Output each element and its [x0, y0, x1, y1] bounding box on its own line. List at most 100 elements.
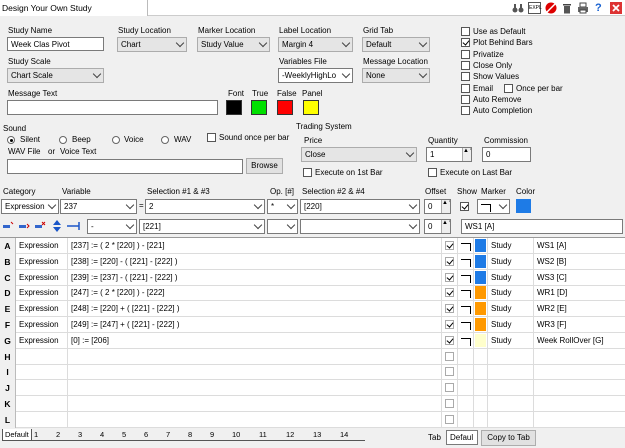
option-checkbox[interactable] — [461, 72, 470, 82]
study-scale-select[interactable]: Chart Scale — [7, 68, 104, 83]
show-checkbox[interactable] — [445, 335, 454, 345]
panel-color-swatch[interactable] — [303, 100, 319, 115]
false-color-swatch[interactable] — [277, 100, 293, 115]
quantity-stepper[interactable]: 1▲▼ — [426, 147, 472, 162]
show-checkbox[interactable] — [445, 367, 454, 377]
label-location-select[interactable]: Margin 4 — [278, 37, 353, 52]
row-header[interactable]: G — [0, 332, 16, 349]
color-swatch[interactable] — [475, 254, 486, 268]
selection-1-select[interactable]: 2 — [145, 199, 265, 214]
row-header[interactable]: D — [0, 285, 16, 302]
spinner-arrows-icon[interactable]: ▲▼ — [441, 220, 450, 233]
show-checkbox[interactable] — [445, 256, 454, 266]
option-checkbox[interactable] — [461, 83, 470, 93]
color-swatch[interactable] — [475, 302, 486, 316]
show-checkbox[interactable] — [445, 272, 454, 282]
table-row[interactable]: B Expression [238] := [220] - ( [221] - [2… — [0, 253, 625, 270]
copy-to-tab-button[interactable]: Copy to Tab — [481, 430, 536, 446]
move-up-down-icon[interactable] — [51, 220, 63, 232]
browse-button[interactable]: Browse — [246, 158, 283, 174]
insert-row-icon[interactable] — [2, 220, 14, 232]
execute-first-bar-checkbox[interactable] — [303, 168, 312, 177]
selection-2-select[interactable]: [220] — [300, 199, 420, 214]
append-row-icon[interactable] — [18, 220, 30, 232]
tab-input[interactable]: Defaul — [446, 430, 478, 445]
operator-2-select[interactable] — [267, 219, 298, 234]
spinner-arrows-icon[interactable]: ▲▼ — [462, 148, 471, 161]
row-header[interactable]: K — [0, 396, 16, 412]
help-icon[interactable]: ? — [595, 2, 607, 14]
tab-6[interactable]: 6 — [142, 429, 164, 441]
variables-file-select[interactable]: -WeeklyHighLo — [278, 68, 353, 83]
message-text-input[interactable] — [7, 100, 218, 115]
row-header[interactable]: H — [0, 348, 16, 365]
row-header[interactable]: B — [0, 253, 16, 270]
tab-default[interactable]: Default — [2, 429, 32, 441]
row2-function-select[interactable]: - — [87, 219, 137, 234]
show-checkbox[interactable] — [445, 304, 454, 314]
offset-stepper[interactable]: 0▲▼ — [424, 199, 451, 214]
row-header[interactable]: A — [0, 238, 16, 254]
price-select[interactable]: Close — [301, 147, 417, 162]
message-location-select[interactable]: None — [362, 68, 430, 83]
line-tool-icon[interactable] — [67, 220, 81, 232]
option-checkbox[interactable] — [461, 38, 470, 48]
sound-beep-radio[interactable] — [59, 136, 67, 144]
table-row[interactable]: D Expression [247] := ( 2 * [220] ) - [222… — [0, 285, 625, 302]
show-checkbox[interactable] — [445, 241, 454, 250]
true-color-swatch[interactable] — [251, 100, 267, 115]
tab-14[interactable]: 14 — [338, 429, 365, 441]
tab-10[interactable]: 10 — [230, 429, 257, 441]
option-checkbox[interactable] — [461, 106, 470, 116]
font-color-swatch[interactable] — [226, 100, 242, 115]
sound-silent-radio[interactable] — [7, 136, 15, 144]
table-row[interactable]: G Expression [0] := [206] Study Week RollOve… — [0, 332, 625, 349]
commission-input[interactable]: 0 — [482, 147, 531, 162]
table-row[interactable]: C Expression [239] := [237] - ( [221] - [2… — [0, 269, 625, 286]
spinner-arrows-icon[interactable]: ▲▼ — [441, 200, 450, 213]
study-label-input[interactable]: WS1 [A] — [461, 219, 623, 234]
offset-2-stepper[interactable]: 0▲▼ — [424, 219, 451, 234]
show-checkbox[interactable] — [445, 414, 454, 424]
table-row[interactable]: I — [0, 364, 625, 381]
tab-4[interactable]: 4 — [98, 429, 120, 441]
sound-voice-radio[interactable] — [112, 136, 120, 144]
marker-select[interactable] — [477, 199, 510, 214]
row-header[interactable]: I — [0, 364, 16, 381]
table-row[interactable]: F Expression [249] := [247] + ( [221] - [2… — [0, 317, 625, 333]
selection-3-select[interactable]: [221] — [139, 219, 265, 234]
color-swatch[interactable] — [475, 333, 486, 347]
table-row[interactable]: A Expression [237] := ( 2 * [220] ) - [221… — [0, 238, 625, 254]
table-row[interactable]: J — [0, 380, 625, 397]
option-checkbox[interactable] — [461, 60, 470, 70]
print-icon[interactable] — [577, 2, 589, 14]
selection-4-select[interactable] — [300, 219, 420, 234]
row-header[interactable]: J — [0, 380, 16, 397]
color-swatch[interactable] — [475, 286, 486, 300]
color-swatch[interactable] — [475, 239, 486, 252]
tab-3[interactable]: 3 — [76, 429, 98, 441]
option-checkbox[interactable] — [461, 27, 470, 36]
row-header[interactable]: F — [0, 317, 16, 333]
tab-7[interactable]: 7 — [164, 429, 186, 441]
table-row[interactable]: L — [0, 411, 625, 428]
tab-12[interactable]: 12 — [284, 429, 311, 441]
variable-select[interactable]: 237 — [60, 199, 137, 214]
tab-9[interactable]: 9 — [208, 429, 230, 441]
tab-5[interactable]: 5 — [120, 429, 142, 441]
color-swatch[interactable] — [475, 270, 486, 284]
close-icon[interactable] — [610, 2, 622, 14]
show-checkbox[interactable] — [445, 351, 454, 361]
delete-row-icon[interactable] — [34, 220, 46, 232]
expl-icon[interactable]: EXPL — [528, 2, 542, 14]
show-checkbox[interactable] — [460, 202, 469, 211]
show-checkbox[interactable] — [445, 399, 454, 408]
tab-11[interactable]: 11 — [257, 429, 284, 441]
tab-1[interactable]: 1 — [32, 429, 54, 441]
show-checkbox[interactable] — [445, 383, 454, 393]
table-row[interactable]: H — [0, 348, 625, 365]
row-header[interactable]: C — [0, 269, 16, 286]
grid-tab-select[interactable]: Default — [362, 37, 430, 52]
row-header[interactable]: E — [0, 301, 16, 318]
operator-select[interactable]: * — [267, 199, 298, 214]
